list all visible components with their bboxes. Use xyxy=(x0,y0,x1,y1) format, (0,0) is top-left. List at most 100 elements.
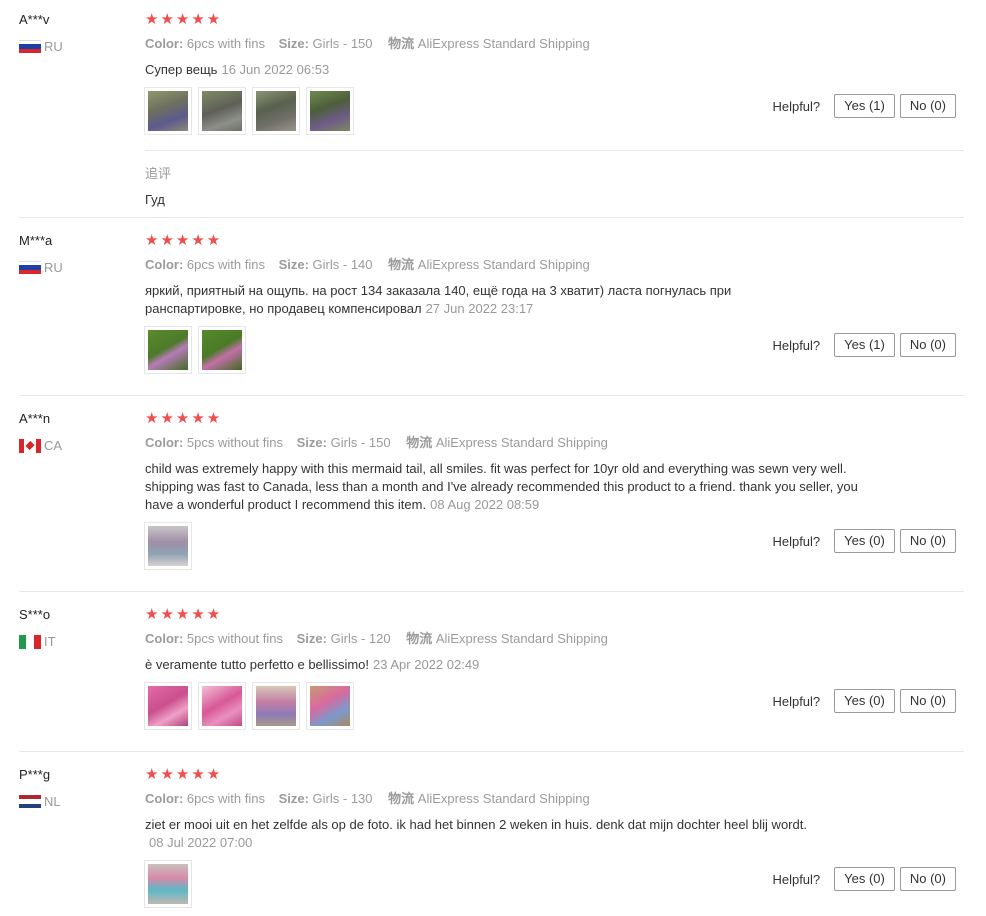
shipping-value: AliExpress Standard Shipping xyxy=(417,791,590,806)
country-code: NL xyxy=(44,794,61,809)
helpful-no-button[interactable]: No (0) xyxy=(899,94,956,118)
review-item: M***a RU ★★★★★ Color: 6pcs with fins Siz… xyxy=(0,233,964,393)
reviewer-info: S***o IT xyxy=(19,607,129,649)
italy-flag-icon xyxy=(19,634,41,649)
review-content: ★★★★★ Color: 6pcs with fins Size: Girls … xyxy=(145,767,965,852)
star-rating: ★★★★★ xyxy=(145,232,223,249)
review-body: ziet er mooi uit en het zelfde als op de… xyxy=(145,817,807,832)
size-label: Size: xyxy=(296,631,327,646)
review-photos xyxy=(144,87,360,135)
review-item: A***v RU ★★★★★ Color: 6pcs with fins Siz… xyxy=(0,12,964,217)
review-attributes: Color: 6pcs with fins Size: Girls - 150 … xyxy=(145,36,965,52)
helpful-label: Helpful? xyxy=(772,533,821,549)
helpful-yes-button[interactable]: Yes (1) xyxy=(834,333,895,357)
review-body: è veramente tutto perfetto e bellissimo! xyxy=(145,657,370,672)
reviewer-country: IT xyxy=(19,634,129,649)
review-divider xyxy=(19,395,964,396)
helpful-label: Helpful? xyxy=(772,98,821,114)
reviewer-info: A***n CA xyxy=(19,411,129,453)
color-value: 6pcs with fins xyxy=(186,791,265,806)
netherlands-flag-icon xyxy=(19,794,41,809)
reviewer-name: A***n xyxy=(19,411,51,426)
review-photo[interactable] xyxy=(144,87,192,135)
helpful-yes-button[interactable]: Yes (0) xyxy=(834,529,895,553)
country-code: IT xyxy=(44,634,56,649)
review-photo[interactable] xyxy=(144,326,192,374)
size-label: Size: xyxy=(278,791,309,806)
review-photo[interactable] xyxy=(306,682,354,730)
star-rating: ★★★★★ xyxy=(145,410,223,427)
color-value: 5pcs without fins xyxy=(186,435,284,450)
helpful-section: Helpful? Yes (1) No (0) xyxy=(772,94,956,118)
review-item: A***n CA ★★★★★ Color: 5pcs without fins … xyxy=(0,411,964,589)
review-photo[interactable] xyxy=(252,682,300,730)
shipping-label: 物流 xyxy=(388,36,415,51)
size-value: Girls - 150 xyxy=(312,36,373,51)
russia-flag-icon xyxy=(19,260,41,275)
country-code: RU xyxy=(44,39,63,54)
shipping-value: AliExpress Standard Shipping xyxy=(435,435,608,450)
review-body: Супер вещь xyxy=(145,62,218,77)
review-photo[interactable] xyxy=(306,87,354,135)
review-photos xyxy=(144,522,198,570)
review-photo[interactable] xyxy=(144,682,192,730)
review-photo[interactable] xyxy=(144,522,192,570)
reviewer-country: NL xyxy=(19,794,129,809)
reviewer-name: P***g xyxy=(19,767,51,782)
reviewer-name: A***v xyxy=(19,12,50,27)
review-photo[interactable] xyxy=(198,682,246,730)
review-date: 27 Jun 2022 23:17 xyxy=(425,301,534,316)
helpful-section: Helpful? Yes (0) No (0) xyxy=(772,529,956,553)
helpful-no-button[interactable]: No (0) xyxy=(899,333,956,357)
helpful-section: Helpful? Yes (1) No (0) xyxy=(772,333,956,357)
reviewer-name: S***o xyxy=(19,607,51,622)
review-item: S***o IT ★★★★★ Color: 5pcs without fins … xyxy=(0,607,964,749)
review-date: 23 Apr 2022 02:49 xyxy=(373,657,480,672)
star-rating: ★★★★★ xyxy=(145,766,223,783)
helpful-no-button[interactable]: No (0) xyxy=(899,867,956,891)
review-date: 08 Aug 2022 08:59 xyxy=(430,497,540,512)
review-date: 08 Jul 2022 07:00 xyxy=(149,835,253,850)
review-photo[interactable] xyxy=(252,87,300,135)
review-text: яркий, приятный на ощупь. на рост 134 за… xyxy=(145,282,785,318)
reviewer-country: RU xyxy=(19,39,129,54)
size-value: Girls - 150 xyxy=(330,435,391,450)
reviewer-info: P***g NL xyxy=(19,767,129,809)
country-code: RU xyxy=(44,260,63,275)
review-photos xyxy=(144,860,198,908)
helpful-yes-button[interactable]: Yes (0) xyxy=(834,867,895,891)
helpful-yes-button[interactable]: Yes (0) xyxy=(834,689,895,713)
helpful-no-button[interactable]: No (0) xyxy=(899,529,956,553)
review-item: P***g NL ★★★★★ Color: 6pcs with fins Siz… xyxy=(0,767,964,916)
review-photo[interactable] xyxy=(198,87,246,135)
color-value: 6pcs with fins xyxy=(186,36,265,51)
color-value: 6pcs with fins xyxy=(186,257,265,272)
shipping-label: 物流 xyxy=(406,631,433,646)
followup-divider xyxy=(145,150,964,151)
review-photo[interactable] xyxy=(144,860,192,908)
review-photo[interactable] xyxy=(198,326,246,374)
shipping-label: 物流 xyxy=(388,791,415,806)
shipping-value: AliExpress Standard Shipping xyxy=(417,36,590,51)
review-photos xyxy=(144,326,252,374)
size-value: Girls - 140 xyxy=(312,257,373,272)
reviewer-info: M***a RU xyxy=(19,233,129,275)
color-value: 5pcs without fins xyxy=(186,631,284,646)
reviewer-info: A***v RU xyxy=(19,12,129,54)
helpful-section: Helpful? Yes (0) No (0) xyxy=(772,867,956,891)
reviewer-name: M***a xyxy=(19,233,53,248)
review-attributes: Color: 5pcs without fins Size: Girls - 1… xyxy=(145,435,965,451)
review-content: ★★★★★ Color: 6pcs with fins Size: Girls … xyxy=(145,233,965,318)
star-rating: ★★★★★ xyxy=(145,606,223,623)
helpful-yes-button[interactable]: Yes (1) xyxy=(834,94,895,118)
reviewer-country: RU xyxy=(19,260,129,275)
color-label: Color: xyxy=(145,257,184,272)
color-label: Color: xyxy=(145,791,184,806)
review-text: child was extremely happy with this merm… xyxy=(145,460,865,514)
color-label: Color: xyxy=(145,435,184,450)
reviewer-country: CA xyxy=(19,438,129,453)
size-label: Size: xyxy=(278,257,309,272)
helpful-no-button[interactable]: No (0) xyxy=(899,689,956,713)
country-code: CA xyxy=(44,438,63,453)
size-label: Size: xyxy=(278,36,309,51)
